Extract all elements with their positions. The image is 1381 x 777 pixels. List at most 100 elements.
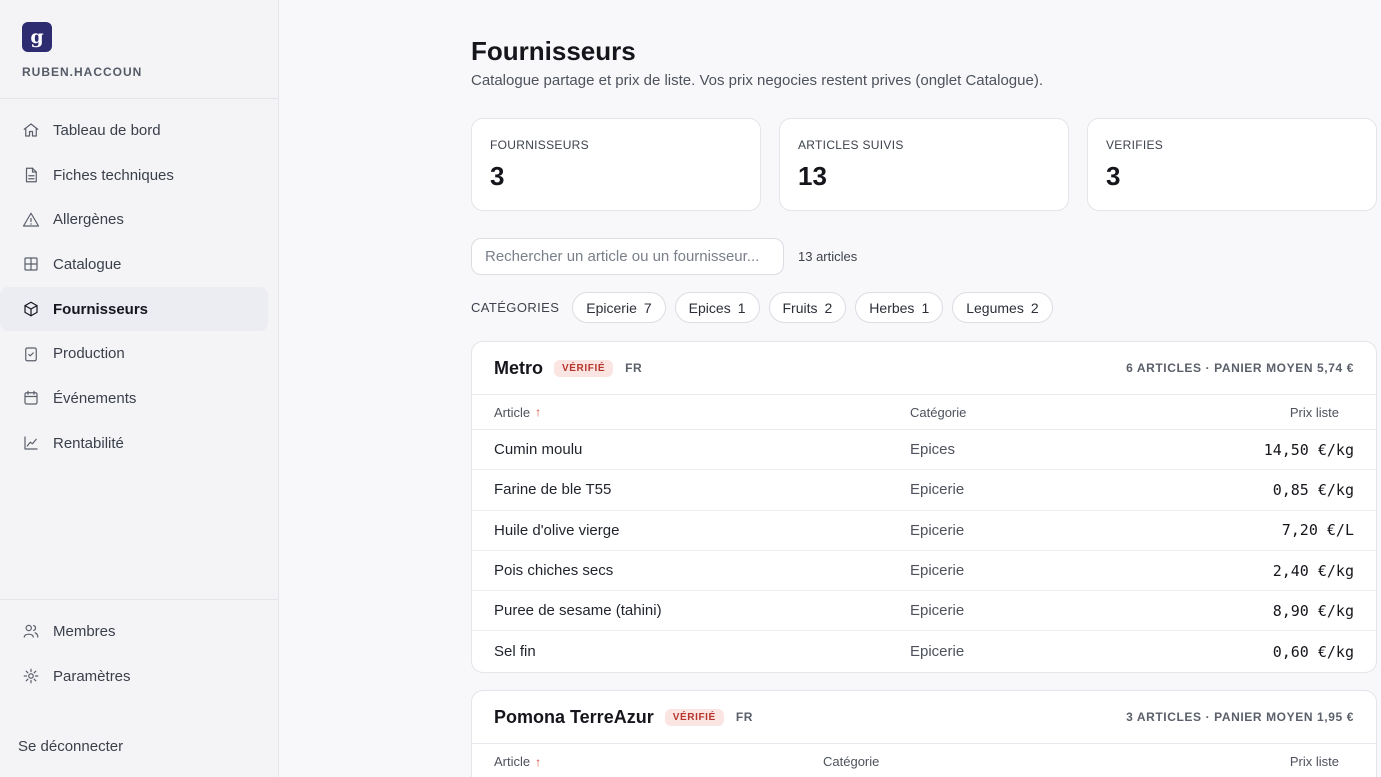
column-header-article[interactable]: Article ↑ — [494, 754, 823, 769]
sidebar-item-dashboard[interactable]: Tableau de bord — [0, 108, 268, 153]
cell-article: Huile d'olive vierge — [494, 521, 620, 539]
cell-category: Epicerie — [910, 602, 965, 620]
workspace-logo[interactable]: g — [22, 22, 52, 52]
sidebar-item-catalogue[interactable]: Catalogue — [0, 242, 268, 287]
country-code: FR — [735, 710, 754, 724]
column-header-price[interactable]: Prix liste — [1290, 754, 1354, 769]
category-chip-epicerie[interactable]: Epicerie 7 — [572, 292, 666, 323]
sidebar-item-settings[interactable]: Paramètres — [0, 654, 268, 699]
cell-category: Epicerie — [910, 562, 965, 580]
supplier-header[interactable]: Pomona TerreAzur VÉRIFIÉ FR 3 ARTICLES ·… — [472, 691, 1376, 744]
page-subtitle: Catalogue partage et prix de liste. Vos … — [471, 72, 1043, 89]
sidebar-item-members[interactable]: Membres — [0, 609, 268, 654]
verified-badge: VÉRIFIÉ — [664, 708, 724, 726]
column-label: Article — [494, 754, 531, 769]
logout-link[interactable]: Se déconnecter — [18, 738, 123, 755]
sidebar-item-label: Événements — [53, 389, 137, 407]
cell-article: Pois chiches secs — [494, 562, 614, 580]
category-chip-fruits[interactable]: Fruits 2 — [768, 292, 847, 323]
table-header: Article ↑ Catégorie Prix liste — [472, 744, 1376, 777]
clipboard-check-icon — [22, 345, 40, 363]
sidebar-item-label: Paramètres — [53, 667, 131, 685]
warning-icon — [22, 211, 40, 229]
cell-category: Epicerie — [910, 481, 965, 499]
chart-line-icon — [22, 434, 40, 452]
chip-label: Herbes — [869, 299, 915, 316]
sidebar-item-allergens[interactable]: Allergènes — [0, 197, 268, 242]
cell-category: Epices — [910, 441, 956, 459]
main-area: Fournisseurs Catalogue partage et prix d… — [279, 0, 1381, 777]
search-row: 13 articles — [471, 238, 857, 275]
grid-icon — [22, 255, 40, 273]
chip-label: Legumes — [966, 299, 1024, 316]
cell-price: 14,50 €/kg — [1263, 440, 1354, 459]
stats-row: FOURNISSEURS 3 ARTICLES SUIVIS 13 VERIFI… — [471, 118, 1377, 211]
category-chip-epices[interactable]: Epices 1 — [674, 292, 760, 323]
category-label: CATÉGORIES — [471, 300, 560, 315]
sort-ascending-icon: ↑ — [535, 405, 542, 419]
table-row[interactable]: Sel fin Epicerie 0,60 €/kg — [472, 631, 1376, 671]
stat-label: FOURNISSEURS — [490, 138, 589, 152]
sidebar-item-label: Production — [53, 345, 125, 363]
sidebar-item-suppliers[interactable]: Fournisseurs — [0, 286, 268, 332]
sidebar-item-profitability[interactable]: Rentabilité — [0, 421, 268, 466]
stat-value: 13 — [798, 161, 827, 191]
table-row[interactable]: Puree de sesame (tahini) Epicerie 8,90 €… — [472, 591, 1376, 632]
sidebar-item-label: Catalogue — [53, 255, 122, 273]
stat-value: 3 — [490, 161, 505, 191]
cell-article: Sel fin — [494, 643, 536, 661]
chip-label: Fruits — [782, 299, 818, 316]
supplier-meta: 3 ARTICLES · PANIER MOYEN 1,95 € — [1126, 710, 1354, 724]
supplier-card-pomona: Pomona TerreAzur VÉRIFIÉ FR 3 ARTICLES ·… — [471, 690, 1377, 777]
chip-count: 1 — [921, 299, 930, 316]
table-row[interactable]: Pois chiches secs Epicerie 2,40 €/kg — [472, 551, 1376, 592]
table-row[interactable]: Farine de ble T55 Epicerie 0,85 €/kg — [472, 470, 1376, 511]
sidebar-item-events[interactable]: Événements — [0, 376, 268, 421]
chip-count: 2 — [824, 299, 833, 316]
cell-price: 0,85 €/kg — [1272, 480, 1354, 499]
sidebar-item-label: Tableau de bord — [53, 121, 161, 139]
workspace-header: g RUBEN.HACCOUN — [0, 0, 278, 99]
country-code: FR — [625, 361, 643, 375]
table-row[interactable]: Huile d'olive vierge Epicerie 7,20 €/L — [472, 511, 1376, 551]
verified-badge: VÉRIFIÉ — [554, 359, 614, 377]
column-header-category[interactable]: Catégorie — [910, 405, 966, 420]
main-nav: Tableau de bord Fiches techniques Allerg… — [0, 99, 278, 466]
column-header-price[interactable]: Prix liste — [1290, 405, 1354, 420]
chip-label: Epices — [688, 299, 731, 316]
supplier-header[interactable]: Metro VÉRIFIÉ FR 6 ARTICLES · PANIER MOY… — [472, 342, 1376, 395]
table-row[interactable]: Cumin moulu Epices 14,50 €/kg — [472, 430, 1376, 471]
cell-price: 2,40 €/kg — [1272, 561, 1354, 580]
category-chip-herbes[interactable]: Herbes 1 — [855, 292, 944, 323]
users-icon — [22, 622, 40, 640]
column-label: Article — [494, 404, 531, 420]
supplier-meta: 6 ARTICLES · PANIER MOYEN 5,74 € — [1126, 361, 1354, 375]
stat-card-suppliers: FOURNISSEURS 3 — [471, 118, 761, 211]
chip-label: Epicerie — [586, 299, 637, 316]
stat-label: ARTICLES SUIVIS — [798, 138, 904, 152]
sidebar-item-label: Membres — [53, 622, 116, 640]
column-header-article[interactable]: Article ↑ — [494, 405, 910, 420]
home-icon — [22, 121, 40, 139]
supplier-name: Pomona TerreAzur — [494, 706, 654, 727]
column-header-category[interactable]: Catégorie — [823, 754, 879, 769]
stat-value: 3 — [1106, 161, 1121, 191]
calendar-icon — [22, 389, 40, 407]
supplier-card-metro: Metro VÉRIFIÉ FR 6 ARTICLES · PANIER MOY… — [471, 341, 1377, 673]
chip-count: 7 — [643, 299, 652, 316]
sort-ascending-icon: ↑ — [535, 754, 542, 769]
sidebar-item-technical-sheets[interactable]: Fiches techniques — [0, 153, 268, 198]
sidebar-item-production[interactable]: Production — [0, 331, 268, 376]
document-icon — [22, 166, 40, 184]
result-count: 13 articles — [798, 249, 858, 264]
search-input[interactable] — [471, 238, 784, 275]
stat-card-verified: VERIFIES 3 — [1087, 118, 1377, 211]
sidebar-item-label: Fournisseurs — [53, 300, 149, 318]
sidebar-item-label: Fiches techniques — [53, 166, 174, 184]
category-chip-legumes[interactable]: Legumes 2 — [952, 292, 1053, 323]
cell-article: Farine de ble T55 — [494, 481, 612, 499]
supplier-name: Metro — [494, 357, 543, 378]
table-header: Article ↑ Catégorie Prix liste — [472, 395, 1376, 430]
package-icon — [22, 300, 40, 318]
cell-article: Cumin moulu — [494, 441, 583, 459]
